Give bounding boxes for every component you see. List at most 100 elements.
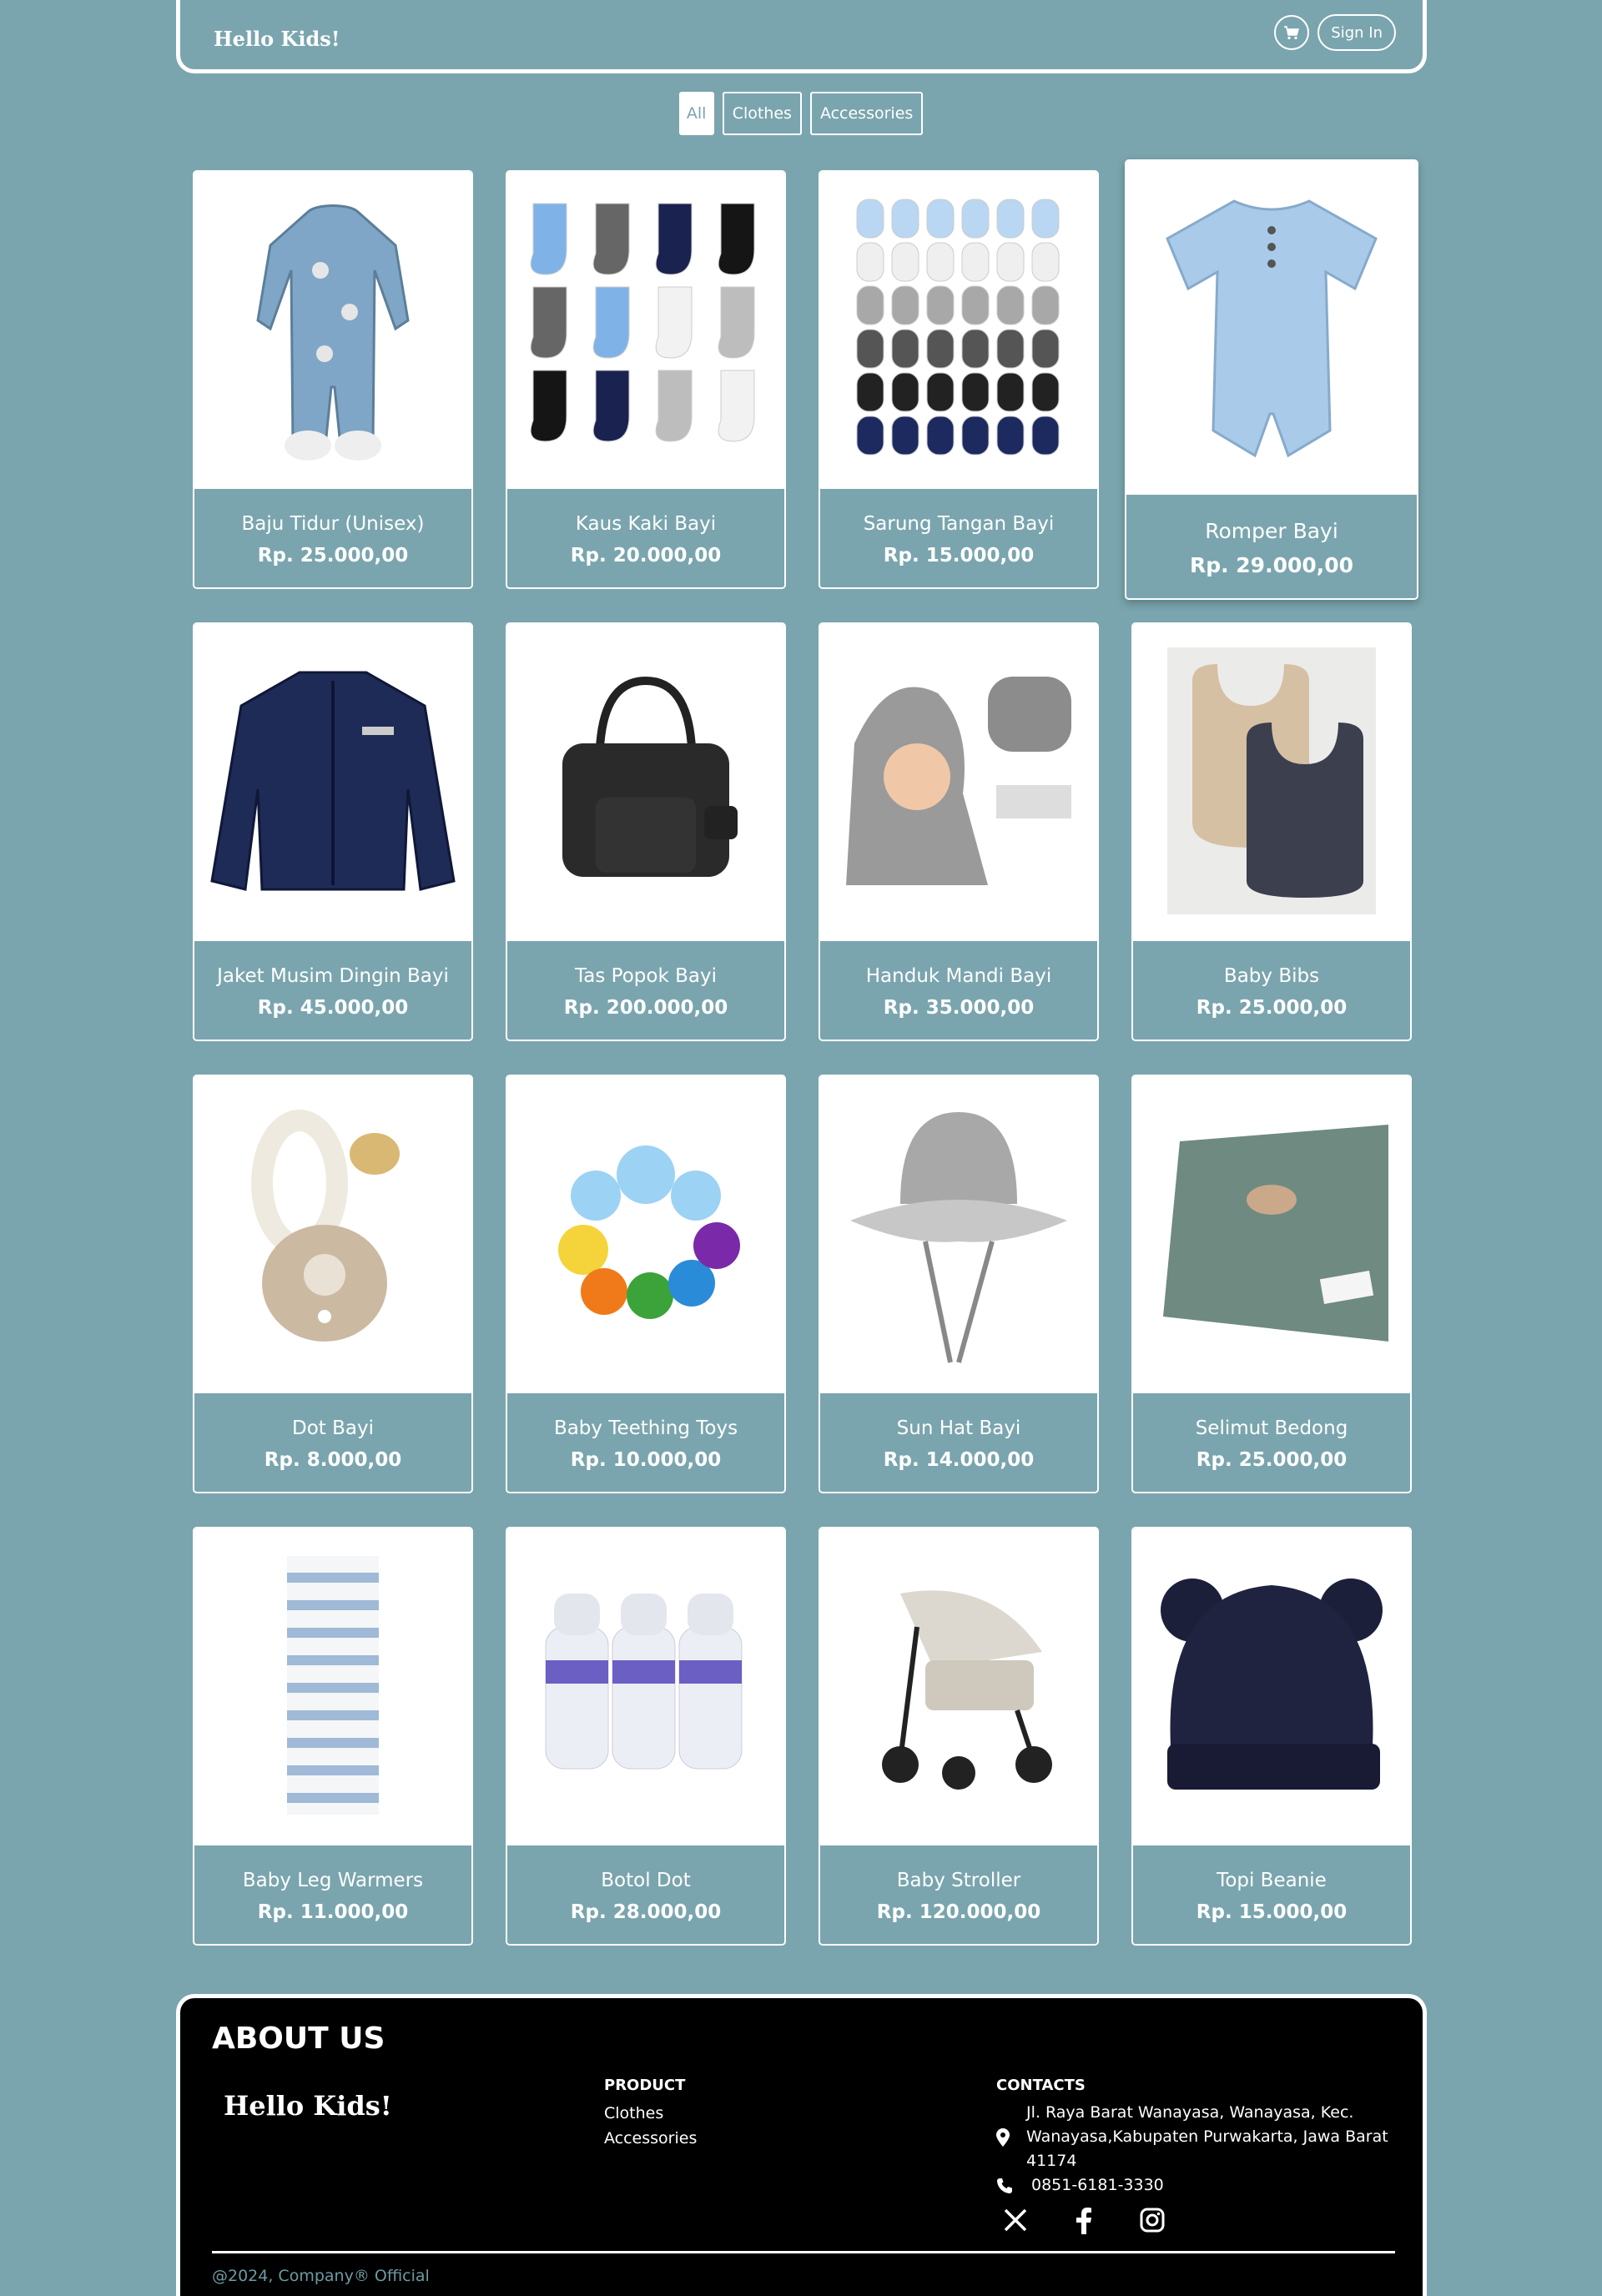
sun-hat-icon: [842, 1095, 1076, 1374]
beanie-icon: [1151, 1560, 1393, 1814]
product-image[interactable]: [820, 1076, 1097, 1393]
product-name: Selimut Bedong: [1195, 1417, 1348, 1439]
product-price: Rp. 25.000,00: [257, 545, 409, 566]
address-line-3: 41174: [1026, 2152, 1077, 2170]
mittens-icon: [850, 195, 1067, 466]
phone-number[interactable]: 0851-6181-3330: [1023, 2173, 1164, 2198]
product-card[interactable]: Baby Teething Toys Rp. 10.000,00: [506, 1075, 786, 1493]
sleepsuit-icon: [241, 195, 425, 466]
product-card[interactable]: Tas Popok Bayi Rp. 200.000,00: [506, 622, 786, 1041]
instagram-icon[interactable]: [1140, 2208, 1165, 2233]
product-price: Rp. 15.000,00: [883, 545, 1035, 566]
product-info: Selimut Bedong Rp. 25.000,00: [1133, 1393, 1410, 1492]
product-price: Rp. 14.000,00: [883, 1449, 1035, 1471]
product-info: Kaus Kaki Bayi Rp. 20.000,00: [507, 489, 784, 587]
footer-link-clothes[interactable]: Clothes: [604, 2101, 697, 2126]
product-image[interactable]: [820, 624, 1097, 941]
product-info: Botol Dot Rp. 28.000,00: [507, 1845, 784, 1944]
address-line-2: Wanayasa,Kabupaten Purwakarta, Jawa Bara…: [1026, 2127, 1388, 2146]
product-card[interactable]: Jaket Musim Dingin Bayi Rp. 45.000,00: [193, 622, 473, 1041]
diaper-bag-icon: [537, 672, 754, 893]
bottles-icon: [537, 1594, 754, 1780]
social-links: [996, 2208, 1388, 2234]
product-card[interactable]: Botol Dot Rp. 28.000,00: [506, 1527, 786, 1946]
product-image[interactable]: [820, 1528, 1097, 1845]
product-price: Rp. 35.000,00: [883, 997, 1035, 1019]
product-card[interactable]: Baby Bibs Rp. 25.000,00: [1131, 622, 1412, 1041]
address-line-1: Jl. Raya Barat Wanayasa, Wanayasa, Kec.: [1026, 2103, 1354, 2122]
product-image[interactable]: [1133, 1076, 1410, 1393]
phone-row: 0851-6181-3330: [996, 2173, 1388, 2198]
product-image[interactable]: [194, 172, 471, 489]
footer-brand: Hello Kids!: [224, 2090, 392, 2122]
product-card[interactable]: Romper Bayi Rp. 29.000,00: [1125, 159, 1418, 600]
product-price: Rp. 15.000,00: [1196, 1901, 1348, 1923]
product-info: Baju Tidur (Unisex) Rp. 25.000,00: [194, 489, 471, 587]
product-image[interactable]: [507, 1076, 784, 1393]
product-image[interactable]: [1133, 1528, 1410, 1845]
romper-icon: [1155, 189, 1388, 467]
product-name: Kaus Kaki Bayi: [575, 513, 717, 535]
product-name: Tas Popok Bayi: [575, 965, 717, 987]
copyright: @2024, Company® Official: [212, 2267, 430, 2285]
product-price: Rp. 45.000,00: [257, 997, 409, 1019]
product-info: Handuk Mandi Bayi Rp. 35.000,00: [820, 941, 1097, 1040]
location-pin-icon: [996, 2127, 1010, 2147]
footer-divider: [212, 2251, 1395, 2253]
product-card[interactable]: Handuk Mandi Bayi Rp. 35.000,00: [819, 622, 1099, 1041]
product-info: Baby Teething Toys Rp. 10.000,00: [507, 1393, 784, 1492]
product-card[interactable]: Dot Bayi Rp. 8.000,00: [193, 1075, 473, 1493]
product-price: Rp. 11.000,00: [257, 1901, 409, 1923]
product-name: Baby Bibs: [1223, 965, 1320, 987]
product-name: Romper Bayi: [1205, 519, 1338, 543]
product-card[interactable]: Sarung Tangan Bayi Rp. 15.000,00: [819, 170, 1099, 589]
product-image[interactable]: [194, 1076, 471, 1393]
product-name: Baby Teething Toys: [553, 1417, 738, 1439]
product-price: Rp. 25.000,00: [1196, 997, 1348, 1019]
product-card[interactable]: Baby Stroller Rp. 120.000,00: [819, 1527, 1099, 1946]
product-name: Sun Hat Bayi: [896, 1417, 1021, 1439]
product-info: Sun Hat Bayi Rp. 14.000,00: [820, 1393, 1097, 1492]
x-icon[interactable]: [1003, 2208, 1028, 2233]
product-image[interactable]: [1126, 161, 1417, 495]
product-price: Rp. 10.000,00: [570, 1449, 722, 1471]
socks-icon: [521, 199, 771, 461]
stroller-icon: [850, 1577, 1067, 1797]
hooded-towel-icon: [838, 660, 1080, 905]
address-row: Jl. Raya Barat Wanayasa, Wanayasa, Kec. …: [996, 2101, 1388, 2173]
phone-icon: [997, 2178, 1012, 2193]
leg-warmers-icon: [254, 1548, 412, 1826]
product-name: Dot Bayi: [292, 1417, 374, 1439]
product-column-title: PRODUCT: [604, 2077, 686, 2094]
product-image[interactable]: [820, 172, 1097, 489]
product-price: Rp. 120.000,00: [876, 1901, 1041, 1923]
product-card[interactable]: Baju Tidur (Unisex) Rp. 25.000,00: [193, 170, 473, 589]
footer-link-accessories[interactable]: Accessories: [604, 2126, 697, 2151]
about-title: ABOUT US: [212, 2022, 385, 2056]
footer: ABOUT US Hello Kids! PRODUCT Clothes Acc…: [176, 1994, 1427, 2296]
product-info: Baby Leg Warmers Rp. 11.000,00: [194, 1845, 471, 1944]
facebook-icon[interactable]: [1075, 2208, 1093, 2234]
product-card[interactable]: Topi Beanie Rp. 15.000,00: [1131, 1527, 1412, 1946]
product-image[interactable]: [194, 624, 471, 941]
pacifier-icon: [249, 1108, 416, 1362]
product-price: Rp. 25.000,00: [1196, 1449, 1348, 1471]
product-name: Baby Stroller: [896, 1870, 1021, 1891]
product-info: Sarung Tangan Bayi Rp. 15.000,00: [820, 489, 1097, 587]
product-image[interactable]: [507, 624, 784, 941]
product-info: Baby Bibs Rp. 25.000,00: [1133, 941, 1410, 1040]
product-name: Botol Dot: [601, 1870, 691, 1891]
product-card[interactable]: Sun Hat Bayi Rp. 14.000,00: [819, 1075, 1099, 1493]
product-info: Romper Bayi Rp. 29.000,00: [1126, 495, 1417, 598]
product-card[interactable]: Baby Leg Warmers Rp. 11.000,00: [193, 1527, 473, 1946]
product-image[interactable]: [194, 1528, 471, 1845]
blanket-icon: [1146, 1116, 1397, 1353]
product-name: Topi Beanie: [1217, 1870, 1327, 1891]
product-card[interactable]: Selimut Bedong Rp. 25.000,00: [1131, 1075, 1412, 1493]
product-image[interactable]: [507, 172, 784, 489]
product-image[interactable]: [1133, 624, 1410, 941]
product-image[interactable]: [507, 1528, 784, 1845]
product-price: Rp. 20.000,00: [570, 545, 722, 566]
product-card[interactable]: Kaus Kaki Bayi Rp. 20.000,00: [506, 170, 786, 589]
product-price: Rp. 29.000,00: [1189, 553, 1354, 577]
